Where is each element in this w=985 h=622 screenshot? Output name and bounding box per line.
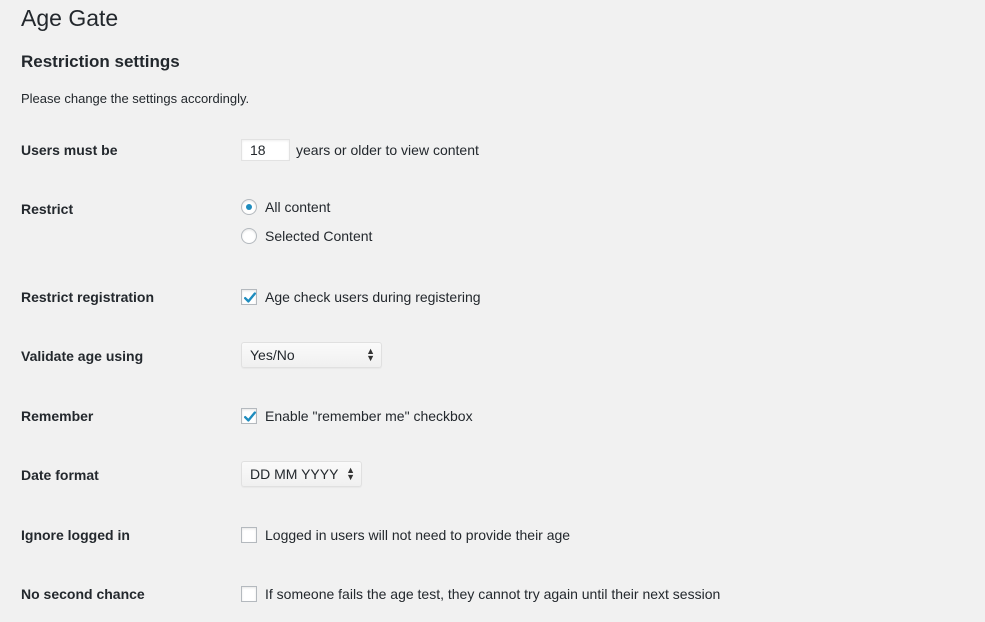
up-down-arrows-icon: ▲ ▼ [346, 465, 355, 482]
remember-text: Enable "remember me" checkbox [265, 408, 473, 424]
radio-selected-content[interactable] [241, 228, 257, 244]
date-format-select[interactable]: DD MM YYYY ▲ ▼ [241, 461, 362, 487]
section-description: Please change the settings accordingly. [21, 91, 250, 106]
page-title: Age Gate [21, 5, 119, 31]
remember-field[interactable]: Enable "remember me" checkbox [241, 407, 473, 425]
up-down-arrows-icon: ▲ ▼ [366, 346, 375, 363]
radio-selected-content-label: Selected Content [265, 228, 373, 244]
no-second-chance-field[interactable]: If someone fails the age test, they cann… [241, 585, 720, 603]
min-age-input[interactable] [241, 139, 290, 161]
min-age-label: Users must be [21, 142, 118, 158]
no-second-chance-label: No second chance [21, 586, 145, 602]
restrict-registration-text: Age check users during registering [265, 289, 481, 305]
ignore-logged-in-field[interactable]: Logged in users will not need to provide… [241, 526, 570, 544]
date-format-selected: DD MM YYYY [250, 466, 339, 482]
date-format-field: DD MM YYYY ▲ ▼ [241, 461, 362, 487]
radio-all-content-label: All content [265, 199, 331, 215]
checkmark-icon [244, 411, 256, 422]
min-age-field: years or older to view content [241, 139, 479, 161]
validate-age-selected: Yes/No [250, 347, 295, 363]
no-second-chance-text: If someone fails the age test, they cann… [265, 586, 721, 602]
ignore-logged-in-text: Logged in users will not need to provide… [265, 527, 571, 543]
restrict-registration-label: Restrict registration [21, 289, 155, 305]
restrict-registration-checkbox[interactable] [241, 289, 257, 305]
min-age-suffix: years or older to view content [296, 142, 479, 158]
ignore-logged-in-label: Ignore logged in [21, 527, 130, 543]
validate-age-field: Yes/No ▲ ▼ [241, 342, 382, 368]
checkmark-icon [244, 292, 256, 303]
restrict-label: Restrict [21, 201, 74, 217]
remember-checkbox[interactable] [241, 408, 257, 424]
restrict-registration-field[interactable]: Age check users during registering [241, 288, 481, 306]
radio-all-content[interactable] [241, 199, 257, 215]
restrict-option-all[interactable]: All content [241, 198, 330, 216]
remember-label: Remember [21, 408, 94, 424]
restrict-option-selected[interactable]: Selected Content [241, 227, 372, 245]
section-title: Restriction settings [21, 52, 180, 71]
date-format-label: Date format [21, 467, 99, 483]
settings-page: Age Gate Restriction settings Please cha… [0, 0, 985, 622]
ignore-logged-in-checkbox[interactable] [241, 527, 257, 543]
no-second-chance-checkbox[interactable] [241, 586, 257, 602]
validate-age-select[interactable]: Yes/No ▲ ▼ [241, 342, 382, 368]
validate-age-label: Validate age using [21, 348, 144, 364]
